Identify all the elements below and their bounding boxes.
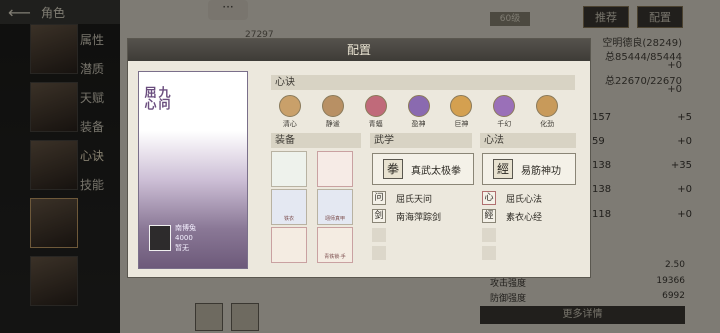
author-note: 暂无	[175, 244, 189, 252]
xinjue-icon	[278, 95, 301, 117]
equip-slot[interactable]	[271, 151, 307, 187]
equip-slot[interactable]	[317, 151, 353, 187]
wuxue-empty-slot[interactable]	[372, 227, 386, 243]
xinjue-label: 千幻	[497, 120, 512, 128]
empty-slot-icon	[482, 246, 496, 260]
skill-icon: 心	[482, 191, 496, 205]
xinjue-item[interactable]: 巨神	[447, 95, 475, 129]
xinjue-icon	[536, 95, 559, 117]
xinjue-item[interactable]: 化劲	[533, 95, 561, 129]
equip-label: 翊师真甲	[324, 216, 345, 222]
xinjue-label: 化劲	[540, 120, 555, 128]
empty-slot-icon	[482, 228, 496, 242]
xinjue-icon	[450, 95, 473, 117]
xinjue-label: 盈神	[411, 120, 426, 128]
wuxue-sub-skill[interactable]: 问屈氏天问	[372, 190, 432, 206]
author-name: 南博兔	[175, 224, 196, 232]
xinjue-label: 清心	[282, 120, 297, 128]
empty-slot-icon	[372, 246, 386, 260]
author-avatar	[149, 225, 171, 251]
xinfa-sub-label: 素衣心经	[506, 212, 543, 223]
xinjue-row: 清心 静谧 青蝠 盈神 巨神 千幻 化劲	[276, 95, 576, 129]
scroll-icon: 經	[493, 159, 513, 179]
wuxue-sub-skill[interactable]: 剑南海萍踪剑	[372, 208, 441, 224]
xinjue-icon	[407, 95, 430, 117]
equip-slot[interactable]: 青铁锁·手	[317, 227, 353, 263]
xinfa-main-label: 易筋神功	[521, 165, 561, 177]
portrait-card: 屈心 九问 南博兔 4000 暂无	[138, 71, 248, 269]
equip-label: 铁衣	[283, 216, 294, 222]
config-modal: 配置 屈心 九问 南博兔 4000 暂无 心诀 清心 静谧 青蝠 盈神 巨神 千…	[127, 38, 591, 278]
section-equip: 装备	[271, 133, 361, 148]
author-value: 4000	[175, 234, 193, 242]
xinfa-main-skill[interactable]: 經 易筋神功	[482, 153, 576, 185]
xinfa-sub-skill[interactable]: 經素衣心经	[482, 208, 542, 224]
xinfa-empty-slot[interactable]	[482, 227, 496, 243]
sword-icon: 剑	[372, 209, 386, 223]
xinjue-item[interactable]: 清心	[276, 95, 304, 129]
wuxue-empty-slot[interactable]	[372, 245, 386, 261]
equip-slot[interactable]: 翊师真甲	[317, 189, 353, 225]
xinjue-icon	[493, 95, 516, 117]
xinfa-empty-slot[interactable]	[482, 245, 496, 261]
xinjue-label: 静谧	[325, 120, 340, 128]
section-xinfa: 心法	[480, 133, 576, 148]
section-wuxue: 武学	[370, 133, 472, 148]
xinjue-item[interactable]: 青蝠	[362, 95, 390, 129]
portrait-title: 屈心	[143, 86, 157, 110]
wuxue-main-label: 真武太极拳	[411, 165, 461, 177]
fist-icon: 拳	[383, 159, 403, 179]
wuxue-sub-label: 屈氏天问	[396, 194, 433, 205]
equip-slot[interactable]: 铁衣	[271, 189, 307, 225]
portrait-subtitle: 九问	[157, 86, 171, 110]
xinjue-icon	[364, 95, 387, 117]
equip-label: 青铁锁·手	[324, 254, 346, 260]
equip-slot[interactable]	[271, 227, 307, 263]
xinjue-item[interactable]: 盈神	[405, 95, 433, 129]
xinjue-item[interactable]: 静谧	[319, 95, 347, 129]
modal-title: 配置	[128, 39, 590, 61]
skill-icon: 问	[372, 191, 386, 205]
xinfa-sub-skill[interactable]: 心屈氏心法	[482, 190, 542, 206]
xinjue-label: 巨神	[454, 120, 469, 128]
xinfa-sub-label: 屈氏心法	[506, 194, 543, 205]
wuxue-main-skill[interactable]: 拳 真武太极拳	[372, 153, 474, 185]
empty-slot-icon	[372, 228, 386, 242]
wuxue-sub-label: 南海萍踪剑	[396, 212, 442, 223]
xinjue-icon	[321, 95, 344, 117]
section-xinjue: 心诀	[271, 75, 575, 90]
xinjue-label: 青蝠	[368, 120, 383, 128]
xinjue-item[interactable]: 千幻	[490, 95, 518, 129]
skill-icon: 經	[482, 209, 496, 223]
author-info: 南博兔 4000 暂无	[149, 214, 239, 262]
